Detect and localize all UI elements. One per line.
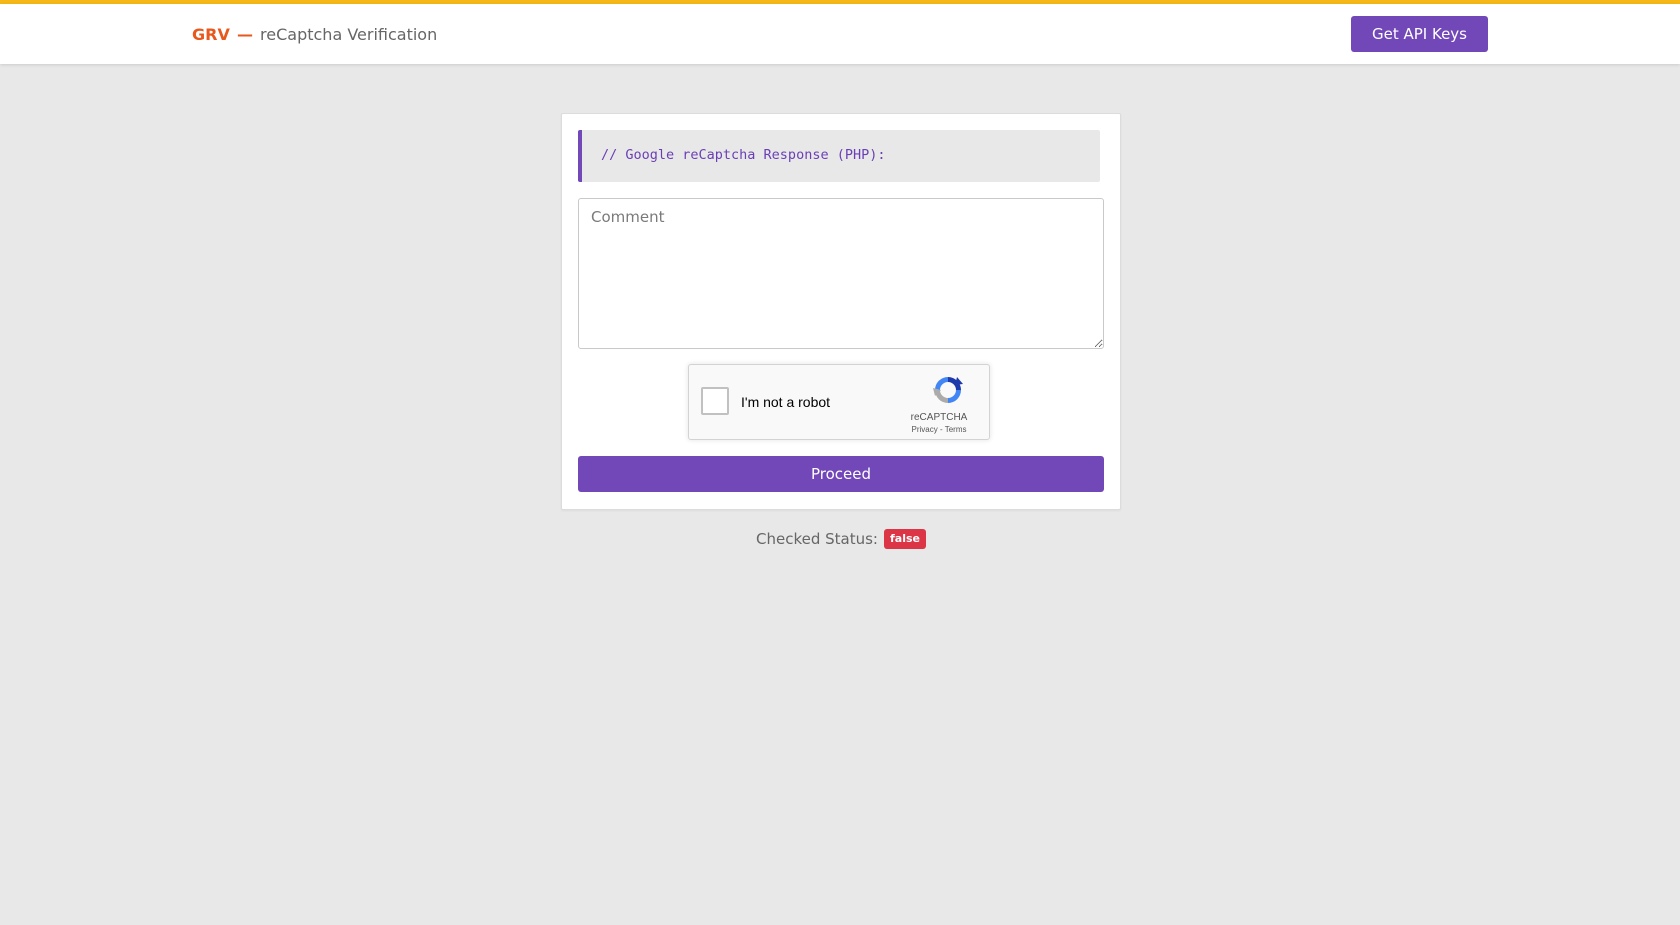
comment-textarea[interactable] — [578, 198, 1104, 349]
recaptcha-privacy-link[interactable]: Privacy — [912, 425, 938, 434]
brand-name: GRV — [192, 25, 230, 44]
navbar: GRV — reCaptcha Verification Get API Key… — [0, 4, 1680, 64]
recaptcha-brand: reCAPTCHA — [910, 412, 968, 423]
recaptcha-terms-link[interactable]: Terms — [945, 425, 967, 434]
status-badge: false — [883, 529, 926, 549]
code-comment: // Google reCaptcha Response (PHP): — [601, 147, 886, 163]
get-api-keys-button[interactable]: Get API Keys — [1351, 16, 1488, 52]
brand-subtitle: reCaptcha Verification — [260, 25, 438, 44]
recaptcha-links: Privacy - Terms — [899, 425, 979, 434]
verification-card: // Google reCaptcha Response (PHP): I'm … — [561, 113, 1121, 510]
recaptcha-links-separator: - — [937, 425, 945, 434]
recaptcha-label: I'm not a robot — [741, 394, 831, 410]
brand-dash: — — [236, 25, 253, 44]
checked-status-label: Checked Status: — [756, 530, 878, 548]
recaptcha-checkbox[interactable] — [701, 387, 729, 415]
proceed-button[interactable]: Proceed — [578, 456, 1104, 492]
code-response-box: // Google reCaptcha Response (PHP): — [578, 130, 1100, 182]
brand[interactable]: GRV — reCaptcha Verification — [192, 22, 437, 48]
checked-status: Checked Status: false — [756, 529, 926, 549]
recaptcha-widget: I'm not a robot reCAPTCHA Privacy - Term… — [688, 364, 990, 440]
recaptcha-logo-icon — [933, 377, 963, 403]
